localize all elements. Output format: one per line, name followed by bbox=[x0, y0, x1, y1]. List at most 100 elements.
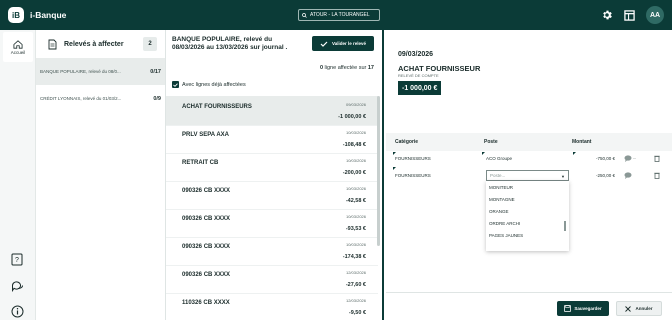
transaction-amount: -108,48 € bbox=[342, 142, 366, 148]
affected-lines-counter: 0 ligne affectée sur 17 bbox=[320, 65, 374, 71]
col-poste: Poste bbox=[484, 139, 498, 145]
detail-date: 09/03/2026 bbox=[398, 51, 434, 58]
affected-total: 17 bbox=[367, 65, 374, 71]
transactions-scrollbar[interactable] bbox=[377, 96, 380, 246]
dropdown-scrollbar[interactable] bbox=[564, 221, 566, 231]
validate-label: Valider le relevé bbox=[331, 41, 367, 46]
allocation-row: FOURNISSEURS ACO Groupe -750,00 € ... bbox=[386, 151, 672, 169]
cancel-button[interactable]: Annuler bbox=[616, 301, 662, 316]
nav-home[interactable]: Accueil bbox=[3, 32, 33, 62]
transaction-amount: -1 000,00 € bbox=[338, 114, 366, 120]
detail-subtitle: RELEVÉ DE COMPTE bbox=[398, 73, 439, 78]
checkbox-checked-icon bbox=[172, 81, 179, 88]
transaction-date: 09/03/2026 bbox=[345, 102, 366, 107]
transaction-date: 10/03/2026 bbox=[345, 214, 366, 219]
gear-icon[interactable] bbox=[601, 9, 613, 21]
show-affected-checkbox[interactable]: Avec lignes déjà affectées bbox=[172, 81, 246, 88]
transaction-label: 110326 CB XXXX bbox=[182, 300, 230, 306]
row-categorie[interactable]: FOURNISSEURS bbox=[395, 173, 431, 178]
app-logo[interactable]: iB bbox=[8, 7, 24, 23]
close-icon bbox=[625, 305, 632, 312]
detail-panel: 09/03/2026 ACHAT FOURNISSEUR RELEVÉ DE C… bbox=[386, 30, 672, 320]
dropdown-option[interactable]: ORANGE bbox=[489, 209, 509, 214]
col-categorie: Catégorie bbox=[395, 139, 419, 145]
help-book-icon[interactable]: ? bbox=[11, 253, 23, 266]
dropdown-option[interactable]: MONITEUR bbox=[489, 185, 513, 190]
statement-item[interactable]: CRÉDIT LYONNAIS, relevé du 01/03/2... 0/… bbox=[36, 85, 165, 112]
statements-panel: Relevés à affecter 2 BANQUE POPULAIRE, r… bbox=[36, 30, 166, 320]
save-button[interactable]: Sauvegarder bbox=[557, 301, 609, 316]
search-icon bbox=[302, 12, 307, 18]
svg-text:?: ? bbox=[15, 257, 19, 264]
detail-amount: -1 000,00 € bbox=[398, 81, 442, 95]
poste-dropdown: MONITEUR MONTAGNE ORANGE ORDRE ARCHI PAG… bbox=[486, 181, 569, 251]
transactions-panel: BANQUE POPULAIRE, relevé du 08/03/2026 a… bbox=[166, 30, 384, 320]
row-categorie[interactable]: FOURNISSEURS bbox=[395, 156, 431, 161]
transaction-row[interactable]: 110326 CB XXXX 12/03/2026 -9,50 € bbox=[166, 292, 378, 320]
transaction-label: 090326 CB XXXX bbox=[182, 272, 231, 278]
comment-icon[interactable] bbox=[624, 172, 632, 179]
statement-label: CRÉDIT LYONNAIS, relevé du 01/03/2... bbox=[40, 96, 122, 101]
row-poste[interactable]: ACO Groupe bbox=[486, 156, 512, 161]
statements-count-badge: 2 bbox=[143, 37, 157, 51]
transaction-date: 10/03/2026 bbox=[345, 130, 366, 135]
transaction-date: 10/03/2026 bbox=[345, 158, 366, 163]
poste-select[interactable]: Poste... ▼ bbox=[486, 170, 569, 181]
validate-statement-button[interactable]: Valider le relevé bbox=[312, 36, 374, 51]
transactions-list: ACHAT FOURNISSEURS 09/03/2026 -1 000,00 … bbox=[166, 96, 380, 320]
transaction-row[interactable]: 090326 CB XXXX 10/03/2026 -42,58 € bbox=[166, 180, 378, 210]
dropdown-option[interactable]: ORDRE ARCHI bbox=[489, 221, 520, 226]
col-montant: Montant bbox=[572, 139, 592, 145]
transaction-label: ACHAT FOURNISSEURS bbox=[182, 104, 252, 110]
transaction-amount: -174,38 € bbox=[342, 254, 366, 260]
document-icon bbox=[48, 39, 57, 49]
trash-icon[interactable] bbox=[654, 155, 660, 162]
window-icon[interactable] bbox=[624, 9, 635, 21]
transaction-amount: -27,60 € bbox=[345, 282, 366, 288]
avatar[interactable]: AA bbox=[646, 6, 664, 24]
dropdown-option[interactable]: PAGES JAUNES bbox=[489, 233, 523, 238]
statement-count: 0/9 bbox=[153, 95, 161, 102]
transaction-label: 090326 CB XXXX bbox=[182, 216, 231, 222]
affected-text: ligne affectée sur bbox=[324, 65, 367, 71]
transaction-amount: -93,53 € bbox=[345, 226, 366, 232]
comment-icon[interactable] bbox=[624, 155, 632, 162]
row-montant[interactable]: -750,00 € bbox=[596, 156, 615, 161]
cancel-label: Annuler bbox=[635, 306, 653, 311]
statement-item[interactable]: BANQUE POPULAIRE, relevé du 08/0... 0/17 bbox=[36, 58, 165, 85]
transaction-row[interactable]: 090326 CB XXXX 12/03/2026 -27,60 € bbox=[166, 264, 378, 294]
transaction-row[interactable]: 090326 CB XXXX 10/03/2026 -93,53 € bbox=[166, 208, 378, 238]
nav-home-label: Accueil bbox=[10, 49, 26, 55]
row-flag-icon bbox=[393, 152, 396, 155]
save-icon bbox=[564, 305, 572, 312]
row-montant[interactable]: -250,00 € bbox=[596, 173, 615, 178]
app-title: i-Banque bbox=[30, 10, 67, 20]
dropdown-option[interactable]: MONTAGNE bbox=[489, 197, 515, 202]
comment-ellipsis: ... bbox=[633, 155, 637, 160]
info-icon[interactable] bbox=[11, 305, 24, 318]
dossier-selector[interactable]: ATOUR - LA TOURANGEL bbox=[298, 9, 380, 21]
transaction-row[interactable]: ACHAT FOURNISSEURS 09/03/2026 -1 000,00 … bbox=[166, 96, 378, 126]
trash-icon[interactable] bbox=[654, 172, 660, 179]
chat-icon[interactable] bbox=[11, 280, 24, 292]
transaction-label: PRLV SEPA AXA bbox=[182, 132, 230, 138]
checkbox-label: Avec lignes déjà affectées bbox=[182, 81, 246, 88]
transaction-amount: -9,50 € bbox=[348, 310, 366, 316]
dossier-name: ATOUR - LA TOURANGEL bbox=[310, 12, 370, 18]
transaction-amount: -42,58 € bbox=[345, 198, 366, 204]
transaction-label: 090326 CB XXXX bbox=[182, 188, 231, 194]
allocation-table-header: Catégorie Poste Montant bbox=[386, 133, 672, 151]
check-icon bbox=[320, 41, 328, 47]
transaction-label: RETRAIT CB bbox=[182, 160, 219, 166]
transaction-date: 12/03/2026 bbox=[345, 298, 366, 303]
left-nav: Accueil ? bbox=[0, 30, 36, 320]
save-label: Sauvegarder bbox=[574, 306, 602, 311]
transaction-date: 10/03/2026 bbox=[345, 186, 366, 191]
row-flag-icon bbox=[573, 152, 576, 155]
transaction-row[interactable]: PRLV SEPA AXA 10/03/2026 -108,48 € bbox=[166, 124, 378, 154]
transaction-date: 12/03/2026 bbox=[345, 270, 366, 275]
transaction-row[interactable]: RETRAIT CB 10/03/2026 -200,00 € bbox=[166, 152, 378, 182]
statements-title: Relevés à affecter bbox=[64, 40, 124, 48]
top-bar: iB i-Banque ATOUR - LA TOURANGEL AA bbox=[0, 0, 672, 30]
transaction-row[interactable]: 090326 CB XXXX 10/03/2026 -174,38 € bbox=[166, 236, 378, 266]
